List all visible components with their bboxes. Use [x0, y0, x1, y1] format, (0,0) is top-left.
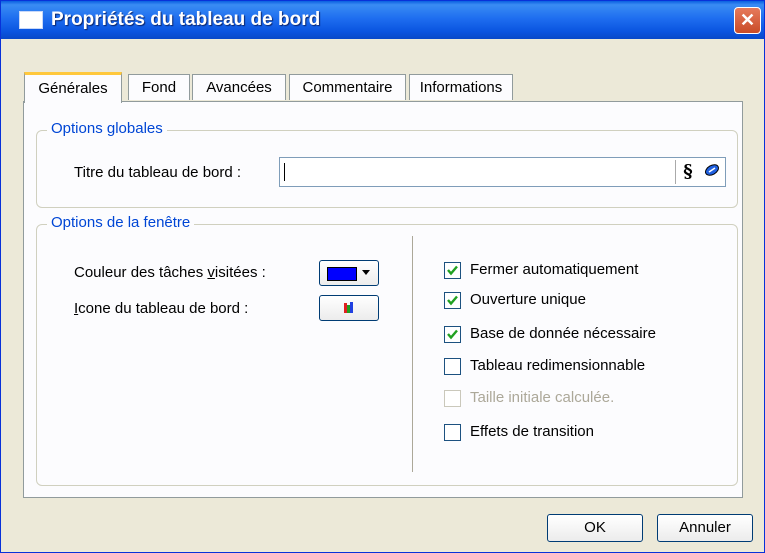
dialog-window: Propriétés du tableau de bord ✕ Générale… [0, 0, 765, 553]
close-button[interactable]: ✕ [734, 7, 761, 34]
check-icon [447, 329, 458, 340]
checkbox-label: Taille initiale calculée. [470, 389, 615, 406]
visited-color-label-accel: v [207, 264, 215, 281]
checkbox-taille-initiale [444, 390, 461, 407]
color-swatch [327, 267, 357, 281]
cancel-button[interactable]: Annuler [657, 514, 753, 542]
dashboard-icon-image [342, 301, 356, 318]
window-title: Propriétés du tableau de bord [51, 9, 321, 30]
section-symbol-button[interactable]: § [675, 160, 700, 184]
checkbox-label: Tableau redimensionnable [470, 357, 646, 374]
checkbox-redimensionnable[interactable] [444, 358, 461, 375]
checkbox-ouverture-unique[interactable] [444, 292, 461, 309]
tab-avancees[interactable]: Avancées [192, 74, 286, 100]
dashboard-icon-label: Icone du tableau de bord : [74, 300, 248, 317]
checkbox-label: Effets de transition [470, 423, 594, 440]
title-bar[interactable]: Propriétés du tableau de bord ✕ [1, 1, 764, 39]
eraser-button[interactable] [700, 160, 724, 184]
text-caret [284, 163, 285, 181]
tab-panel-generales: Options globales Titre du tableau de bor… [23, 101, 743, 498]
dashboard-title-label: Titre du tableau de bord : [74, 164, 242, 181]
dropdown-arrow-icon [362, 270, 370, 275]
window-icon [19, 11, 43, 29]
checkbox-label: Ouverture unique [470, 291, 586, 308]
checkbox-base-donnee[interactable] [444, 326, 461, 343]
dashboard-icon-button[interactable] [319, 295, 379, 321]
visited-color-label: Couleur des tâches visitées : [74, 264, 266, 281]
icon-label-rest: cone du tableau de bord : [78, 300, 249, 317]
ok-button[interactable]: OK [547, 514, 643, 542]
options-separator [412, 236, 413, 472]
tab-generales[interactable]: Générales [24, 72, 122, 103]
tab-fond[interactable]: Fond [128, 74, 190, 100]
checkbox-label: Base de donnée nécessaire [470, 325, 656, 342]
visited-color-label-a: Couleur des tâches [74, 264, 208, 281]
check-icon [447, 265, 458, 276]
visited-color-picker[interactable] [319, 260, 379, 286]
tab-informations[interactable]: Informations [409, 74, 513, 100]
global-options-title: Options globales [47, 120, 167, 137]
visited-color-label-b: isitées : [214, 264, 266, 281]
checkbox-label: Fermer automatiquement [470, 261, 639, 278]
window-options-title: Options de la fenêtre [47, 214, 195, 231]
dashboard-title-input[interactable]: § [279, 157, 726, 187]
check-icon [447, 295, 458, 306]
checkbox-fermer-auto[interactable] [444, 262, 461, 279]
checkbox-effets-transition[interactable] [444, 424, 461, 441]
eraser-icon [703, 164, 721, 180]
tab-commentaire[interactable]: Commentaire [289, 74, 406, 100]
